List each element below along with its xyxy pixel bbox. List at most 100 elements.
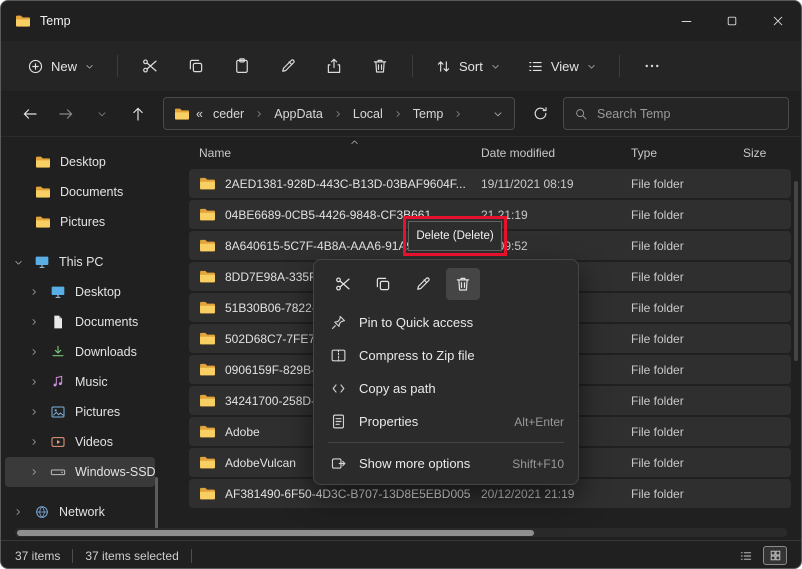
more-options-button[interactable] [632,49,672,83]
sidebar-item-pictures[interactable]: Pictures [5,397,155,427]
file-type: File folder [621,177,733,191]
sidebar-item-documents-pinned[interactable]: Documents [5,177,155,207]
forward-button[interactable] [49,97,83,131]
column-header-size[interactable]: Size [733,146,791,160]
thumbnail-view-toggle[interactable] [763,546,787,565]
chevron-down-icon [490,61,501,72]
context-delete-button[interactable] [446,268,480,300]
sort-ascending-caret-icon [349,137,360,148]
recent-locations-button[interactable] [85,97,119,131]
breadcrumb-overflow[interactable]: « [196,107,203,121]
pin-icon [330,314,347,331]
sort-button[interactable]: Sort [425,51,511,82]
list-header: Name Date modified Type Size [189,137,791,169]
close-button[interactable] [755,1,801,41]
file-type: File folder [621,487,733,501]
file-type: File folder [621,456,733,470]
video-icon [50,434,66,450]
chevron-right-icon[interactable] [29,467,41,477]
paste-button[interactable] [222,49,262,83]
sidebar-item-this-pc[interactable]: This PC [5,247,155,277]
minimize-button[interactable] [663,1,709,41]
sidebar-item-network[interactable]: Network [5,497,155,527]
window-title: Temp [40,14,71,28]
rename-button[interactable] [268,49,308,83]
chevron-down-icon[interactable] [13,257,25,268]
search-input[interactable] [597,107,778,121]
window-controls [663,1,801,41]
breadcrumb-item-temp[interactable]: Temp [409,104,448,124]
document-icon [50,314,66,330]
menu-item-copy-as-path[interactable]: Copy as path [318,372,574,405]
context-copy-button[interactable] [366,268,400,300]
file-date: 20/12/2021 21:19 [471,487,621,501]
vertical-scrollbar[interactable] [794,181,798,361]
folder-icon [199,485,216,502]
menu-item-show-more-options[interactable]: Show more options Shift+F10 [318,447,574,480]
maximize-button[interactable] [709,1,755,41]
chevron-right-icon[interactable] [29,407,41,417]
new-button[interactable]: New [17,51,105,82]
chevron-right-icon[interactable] [29,437,41,447]
sidebar-item-pictures-pinned[interactable]: Pictures [5,207,155,237]
view-button[interactable]: View [517,51,607,82]
chevron-down-icon [586,61,597,72]
chevron-right-icon[interactable] [29,347,41,357]
sidebar-item-desktop-pinned[interactable]: Desktop [5,147,155,177]
back-arrow-icon [21,105,39,123]
file-name: 8A640615-5C7F-4B8A-AAA6-91A9D... [225,239,432,253]
refresh-button[interactable] [523,97,557,131]
chevron-right-icon[interactable] [29,287,41,297]
menu-item-pin-to-quick-access[interactable]: Pin to Quick access [318,306,574,339]
share-icon [325,57,343,75]
plus-circle-icon [27,58,44,75]
sidebar-item-desktop[interactable]: Desktop [5,277,155,307]
monitor-icon [50,284,66,300]
horizontal-scrollbar[interactable] [15,528,787,537]
sidebar-item-music[interactable]: Music [5,367,155,397]
share-button[interactable] [314,49,354,83]
menu-item-properties[interactable]: Properties Alt+Enter [318,405,574,438]
folder-icon [199,299,216,316]
sidebar-item-documents[interactable]: Documents [5,307,155,337]
sort-arrows-icon [435,58,452,75]
column-header-type[interactable]: Type [621,146,733,160]
breadcrumb-item-appdata[interactable]: AppData [270,104,327,124]
sidebar-scrollbar[interactable] [155,477,158,529]
menu-item-label: Properties [359,414,418,429]
horizontal-scrollbar-thumb[interactable] [17,530,534,536]
delete-button[interactable] [360,49,400,83]
back-button[interactable] [13,97,47,131]
column-header-date-modified[interactable]: Date modified [471,146,621,160]
column-header-name[interactable]: Name [189,146,471,160]
breadcrumb-item-ceder[interactable]: ceder [209,104,248,124]
copy-button[interactable] [176,49,216,83]
chevron-right-icon[interactable] [13,507,25,517]
network-globe-icon [34,504,50,520]
context-cut-button[interactable] [326,268,360,300]
chevron-right-icon[interactable] [29,377,41,387]
scissors-icon [334,275,352,293]
breadcrumb-item-local[interactable]: Local [349,104,387,124]
new-button-label: New [51,59,77,74]
address-bar[interactable]: « ceder AppData Local Temp [163,97,515,130]
sidebar-item-downloads[interactable]: Downloads [5,337,155,367]
details-view-toggle[interactable] [734,546,758,565]
file-name: 2AED1381-928D-443C-B13D-03BAF9604F... [225,177,466,191]
menu-item-compress-to-zip[interactable]: Compress to Zip file [318,339,574,372]
view-list-icon [739,549,753,563]
sidebar-item-windows-ssd[interactable]: Windows-SSD (C: [5,457,155,487]
breadcrumb-folder-icon [174,106,190,122]
up-button[interactable] [121,97,155,131]
chevron-right-icon[interactable] [29,317,41,327]
context-rename-button[interactable] [406,268,440,300]
sidebar-item-videos[interactable]: Videos [5,427,155,457]
up-arrow-icon [129,105,147,123]
sidebar-item-label: Documents [60,185,123,199]
cut-button[interactable] [130,49,170,83]
sidebar-item-label: Videos [75,435,113,449]
address-dropdown-chevron-icon[interactable] [492,108,504,120]
navigation-bar: « ceder AppData Local Temp [1,91,801,137]
folder-icon [199,330,216,347]
file-row[interactable]: 2AED1381-928D-443C-B13D-03BAF9604F... 19… [189,169,791,198]
